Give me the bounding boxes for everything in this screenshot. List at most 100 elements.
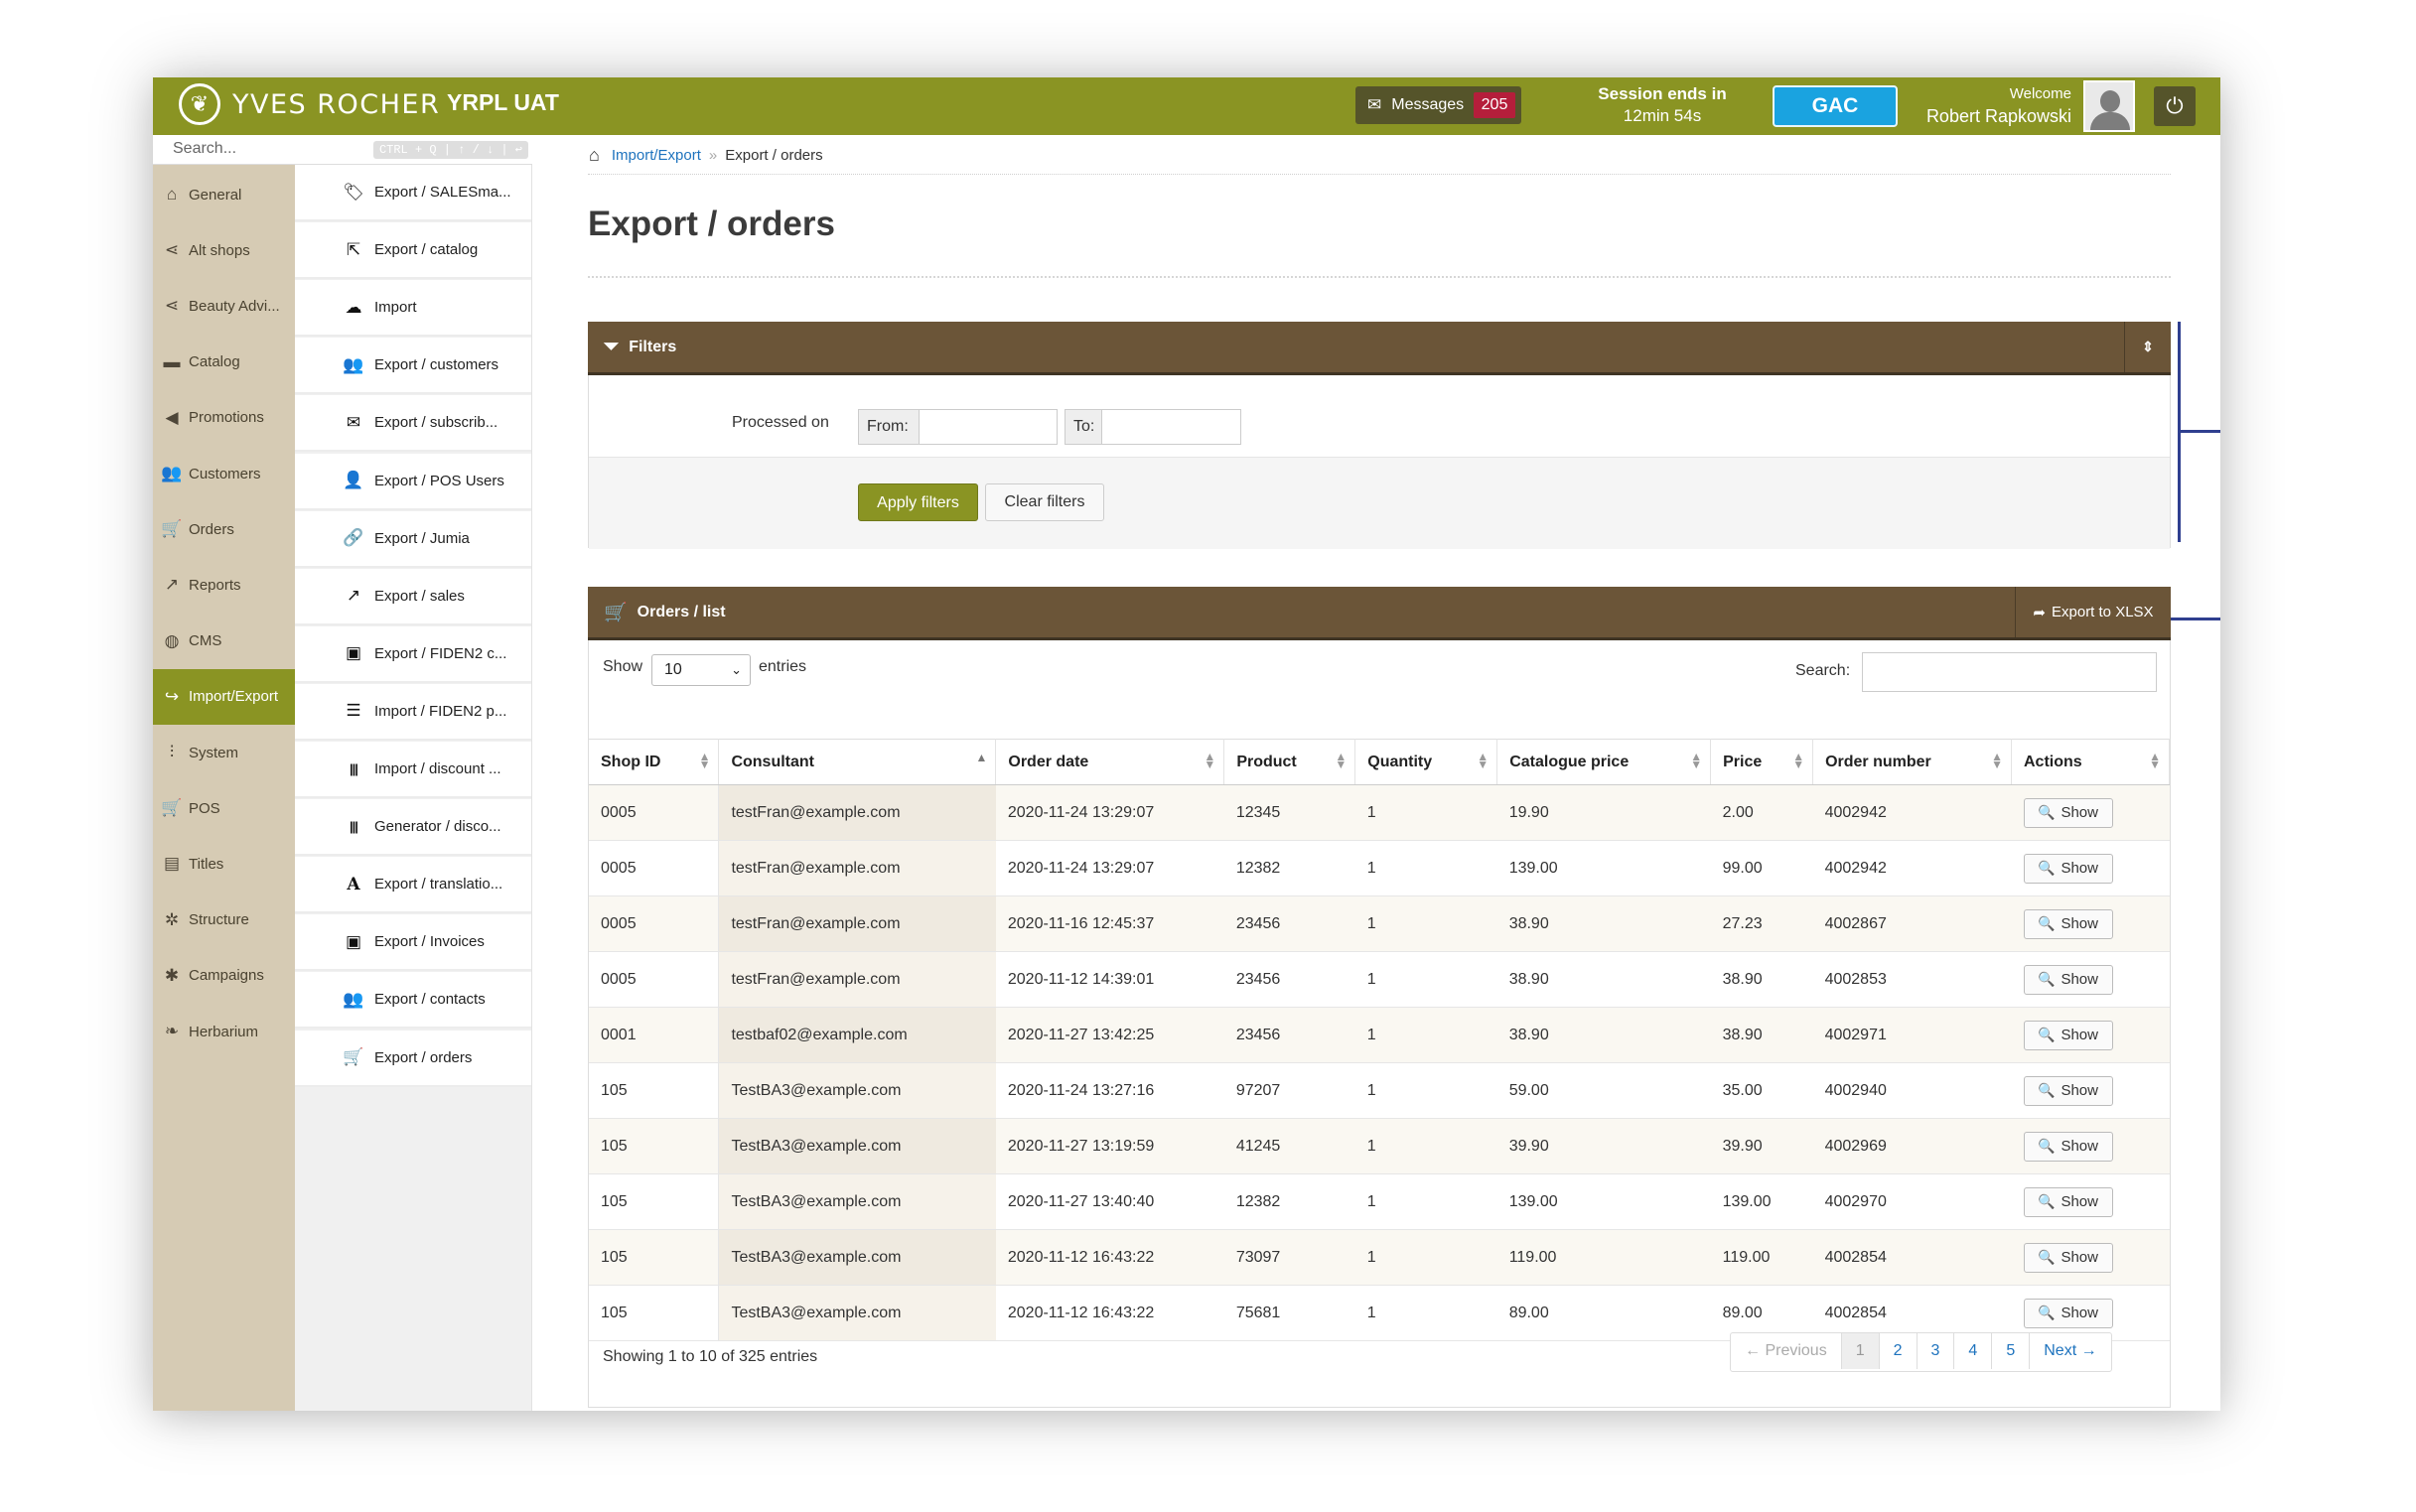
search-icon: 🔍	[2038, 915, 2056, 931]
sidebar-item-beauty-advi[interactable]: ⋖ Beauty Advi...	[153, 278, 295, 334]
sidebar-item-structure[interactable]: ✲ Structure	[153, 893, 295, 948]
show-order-button[interactable]: 🔍 Show	[2023, 1131, 2113, 1162]
entries-per-page-select[interactable]: 10 ⌄	[651, 654, 751, 686]
column-header-product[interactable]: Product ▲ ▼	[1223, 739, 1356, 785]
brand-logo-icon[interactable]: ❦	[179, 83, 220, 125]
to-date-input[interactable]	[1101, 409, 1241, 445]
sidebar-item-orders[interactable]: 🛒 Orders	[153, 501, 295, 557]
column-header-actions[interactable]: Actions ▲ ▼	[2011, 739, 2170, 785]
column-header-price[interactable]: Price ▲ ▼	[1710, 739, 1814, 785]
subnav-item-label: Export / catalog	[374, 241, 479, 259]
show-order-label: Show	[2061, 1249, 2098, 1266]
user-name[interactable]: Robert Rapkowski	[1841, 105, 2071, 127]
sidebar-item-system[interactable]: ⫶ System	[153, 725, 295, 780]
from-date-input[interactable]	[919, 409, 1058, 445]
column-header-shop-id[interactable]: Shop ID ▲ ▼	[589, 739, 720, 785]
cell-quantity: 1	[1354, 1007, 1497, 1063]
show-order-button[interactable]: 🔍 Show	[2023, 797, 2113, 828]
subnav-item-label: Export / contacts	[374, 991, 486, 1009]
sidebar-item-titles[interactable]: ▤ Titles	[153, 836, 295, 892]
subnav-item-export-jumia[interactable]: 🔗 Export / Jumia	[295, 510, 531, 568]
pagination-page-4[interactable]: 4	[1954, 1333, 1993, 1369]
show-order-button[interactable]: 🔍 Show	[2023, 1075, 2113, 1106]
pagination-next[interactable]: Next →	[2030, 1333, 2110, 1369]
column-header-order-number[interactable]: Order number ▲ ▼	[1812, 739, 2012, 785]
pagination-page-1[interactable]: 1	[1841, 1333, 1880, 1369]
show-order-label: Show	[2061, 915, 2098, 932]
breadcrumb-link-import-export[interactable]: Import/Export	[612, 147, 701, 164]
sidebar-item-reports[interactable]: ↗ Reports	[153, 557, 295, 613]
show-order-button[interactable]: 🔍 Show	[2023, 908, 2113, 939]
show-order-button[interactable]: 🔍 Show	[2023, 853, 2113, 884]
show-order-button[interactable]: 🔍 Show	[2023, 1242, 2113, 1273]
subnav-item-export-orders[interactable]: 🛒 Export / orders	[295, 1030, 531, 1087]
brand-name[interactable]: YVES ROCHER	[232, 89, 440, 120]
subnav-item-export-pos-users[interactable]: 👤 Export / POS Users	[295, 453, 531, 510]
column-header-consultant[interactable]: Consultant ▲	[718, 739, 997, 785]
clear-filters-button[interactable]: Clear filters	[985, 483, 1104, 521]
subnav-item-export-customers[interactable]: 👥 Export / customers	[295, 338, 531, 395]
sidebar-item-promotions[interactable]: ◀ Promotions	[153, 390, 295, 446]
pagination-page-3[interactable]: 3	[1918, 1333, 1955, 1369]
cell-catalogue-price: 139.00	[1496, 1173, 1711, 1230]
pagination-previous[interactable]: ← Previous	[1731, 1333, 1842, 1369]
sidebar-item-general[interactable]: ⌂ General	[153, 167, 295, 222]
subnav-item-export-invoices[interactable]: ▣ Export / Invoices	[295, 914, 531, 972]
sidebar-item-pos[interactable]: 🛒 POS	[153, 780, 295, 836]
sidebar-item-alt-shops[interactable]: ⋖ Alt shops	[153, 222, 295, 278]
filters-panel-header[interactable]: ⏷ Filters ⇕	[588, 322, 2171, 375]
menu-search[interactable]: Search... CTRL + Q | ↑ / ↓ | ↩	[153, 135, 532, 165]
subnav-item-export-sales[interactable]: ↗ Export / sales	[295, 568, 531, 625]
from-addon: From:	[858, 409, 920, 445]
avatar[interactable]	[2083, 80, 2135, 132]
messages-button[interactable]: ✉ Messages 205	[1355, 86, 1521, 124]
cell-consultant: testFran@example.com	[718, 895, 996, 952]
apply-filters-button[interactable]: Apply filters	[858, 483, 978, 521]
avatar-body-shape	[2090, 112, 2130, 130]
subnav-item-import-discount[interactable]: ||| Import / discount ...	[295, 742, 531, 798]
show-order-button[interactable]: 🔍 Show	[2023, 964, 2113, 995]
sidebar-item-herbarium[interactable]: ❧ Herbarium	[153, 1004, 295, 1059]
cell-order-date: 2020-11-27 13:42:25	[995, 1007, 1224, 1063]
show-order-label: Show	[2061, 1193, 2098, 1210]
show-order-button[interactable]: 🔍 Show	[2023, 1020, 2113, 1050]
subnav-item-generator-disco[interactable]: ||| Generator / disco...	[295, 799, 531, 857]
logout-button[interactable]: ⏻	[2154, 86, 2196, 126]
subnav-item-import[interactable]: ☁ Import	[295, 280, 531, 338]
table-search-input[interactable]	[1862, 652, 2157, 692]
share-arrow-icon: ➦	[2033, 604, 2046, 621]
menu-search-input[interactable]: Search...	[173, 140, 236, 158]
subnav-item-export-subscrib[interactable]: ✉ Export / subscrib...	[295, 395, 531, 453]
cell-order-number: 4002853	[1812, 951, 2012, 1008]
subnav-item-export-fiden2-c[interactable]: ▣ Export / FIDEN2 c...	[295, 625, 531, 683]
export-subscrib-icon: ✉	[346, 412, 361, 432]
callout-leader-export	[2171, 618, 2220, 620]
column-header-label: Catalogue price	[1509, 753, 1630, 770]
pagination-page-2[interactable]: 2	[1880, 1333, 1918, 1369]
export-to-xlsx-button[interactable]: ➦ Export to XLSX	[2015, 587, 2171, 637]
subnav-item-label: Export / Jumia	[374, 529, 470, 547]
subnav-item-import-fiden2-p[interactable]: ☰ Import / FIDEN2 p...	[295, 683, 531, 741]
show-order-button[interactable]: 🔍 Show	[2023, 1186, 2113, 1217]
subnav-item-label: Import / FIDEN2 p...	[374, 702, 507, 720]
filters-toggle-button[interactable]: ⇕	[2124, 322, 2171, 372]
subnav-item-export-translatio[interactable]: A Export / translatio...	[295, 857, 531, 914]
table-row: 105 TestBA3@example.com 2020-11-24 13:27:1…	[589, 1062, 2170, 1119]
home-icon[interactable]: ⌂	[589, 145, 600, 166]
column-header-quantity[interactable]: Quantity ▲ ▼	[1354, 739, 1498, 785]
subnav-item-export-catalog[interactable]: ⇱ Export / catalog	[295, 222, 531, 280]
pagination-page-5[interactable]: 5	[1992, 1333, 2031, 1369]
sidebar-item-cms[interactable]: ◍ CMS	[153, 614, 295, 669]
sidebar-item-customers[interactable]: 👥 Customers	[153, 446, 295, 501]
subnav-item-export-contacts[interactable]: 👥 Export / contacts	[295, 972, 531, 1030]
column-header-catalogue-price[interactable]: Catalogue price ▲ ▼	[1496, 739, 1712, 785]
sidebar-item-import-export[interactable]: ↪ Import/Export	[153, 668, 295, 725]
search-icon: 🔍	[2038, 1305, 2056, 1320]
sidebar-item-catalog[interactable]: ▬ Catalog	[153, 335, 295, 390]
messages-label: Messages	[1391, 96, 1465, 113]
show-order-button[interactable]: 🔍 Show	[2023, 1298, 2113, 1328]
subnav-item-export-salesma[interactable]: 🏷 Export / SALESma...	[295, 165, 531, 221]
sidebar-item-campaigns[interactable]: ✱ Campaigns	[153, 948, 295, 1004]
cell-price: 38.90	[1710, 1007, 1813, 1063]
column-header-order-date[interactable]: Order date ▲ ▼	[995, 739, 1225, 785]
